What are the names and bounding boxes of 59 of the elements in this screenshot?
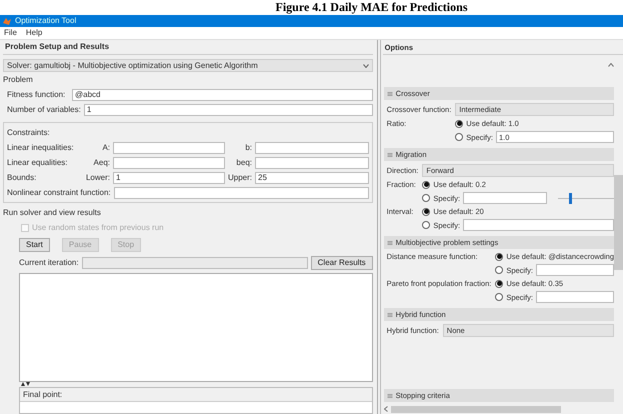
field-label: Current iteration:	[19, 258, 79, 268]
field-label: Linear equalities:	[7, 158, 68, 168]
clear-results-button[interactable]: Clear Results	[310, 256, 373, 270]
field-label: Upper:	[228, 172, 252, 182]
menu-item[interactable]: File	[4, 28, 17, 38]
input-field[interactable]	[536, 264, 614, 276]
input-field[interactable]	[463, 192, 548, 204]
field-label: A:	[101, 142, 110, 152]
start-button[interactable]: Start	[19, 238, 50, 252]
field-label: Linear inequalities:	[7, 142, 75, 152]
panel-header: Problem Setup and Results	[3, 40, 373, 55]
checkbox-label: Use random states from previous run	[32, 222, 164, 232]
input-field[interactable]	[463, 219, 614, 231]
input-field[interactable]	[255, 156, 369, 168]
scroll-left-icon[interactable]	[384, 406, 388, 412]
splitter-arrows-icon[interactable]	[21, 382, 30, 387]
field-label: Fitness function:	[7, 90, 66, 100]
group-label: Run solver and view results	[3, 206, 102, 219]
collapse-icon[interactable]	[386, 312, 393, 318]
figure-caption: Figure 4.1 Daily MAE for Predictions	[276, 0, 468, 14]
input-field[interactable]	[255, 142, 369, 154]
field-label: Nonlinear constraint function:	[7, 188, 111, 198]
slider-thumb[interactable]	[569, 192, 572, 204]
collapse-icon[interactable]	[386, 240, 393, 246]
radio-button[interactable]	[422, 208, 430, 216]
field-label: Lower:	[84, 172, 110, 182]
field-label: Bounds:	[7, 172, 38, 182]
collapse-icon[interactable]	[386, 392, 393, 398]
collapse-icon[interactable]	[386, 152, 393, 158]
field-label: Aeq:	[92, 158, 110, 168]
input-field[interactable]	[536, 291, 614, 303]
radio-button[interactable]	[495, 280, 504, 288]
group-label: Constraints:	[7, 126, 51, 139]
radio-button[interactable]	[422, 180, 430, 188]
menu-item[interactable]: Help	[26, 28, 42, 38]
input-field[interactable]: 1	[84, 104, 373, 116]
radio-button[interactable]	[422, 194, 430, 202]
group-label: Problem	[3, 74, 34, 86]
radio-button[interactable]	[495, 266, 504, 274]
app-logo-icon	[3, 17, 11, 25]
field-label: Number of variables:	[7, 104, 81, 114]
field-label: b:	[244, 142, 252, 152]
radio-button[interactable]	[422, 221, 430, 229]
input-field[interactable]: @abcd	[72, 88, 373, 100]
radio-button[interactable]	[495, 252, 504, 260]
panel-label: Final point:	[22, 388, 64, 401]
window-title: Optimization Tool	[15, 16, 76, 26]
input-field[interactable]: 25	[255, 172, 369, 184]
radio-button[interactable]	[455, 120, 464, 128]
solver-dropdown[interactable]: Solver: gamultiobj - Multiobjective optimization using Genetic Algorithm	[3, 59, 373, 72]
scroll-up-icon[interactable]	[608, 63, 614, 67]
input-field[interactable]	[113, 142, 225, 154]
input-field[interactable]	[113, 156, 225, 168]
collapse-icon[interactable]	[386, 90, 393, 96]
radio-button[interactable]	[495, 293, 504, 301]
field-label: beq:	[235, 158, 252, 168]
input-field[interactable]: 1	[113, 172, 225, 184]
radio-button[interactable]	[455, 133, 464, 141]
input-field[interactable]	[114, 186, 369, 198]
